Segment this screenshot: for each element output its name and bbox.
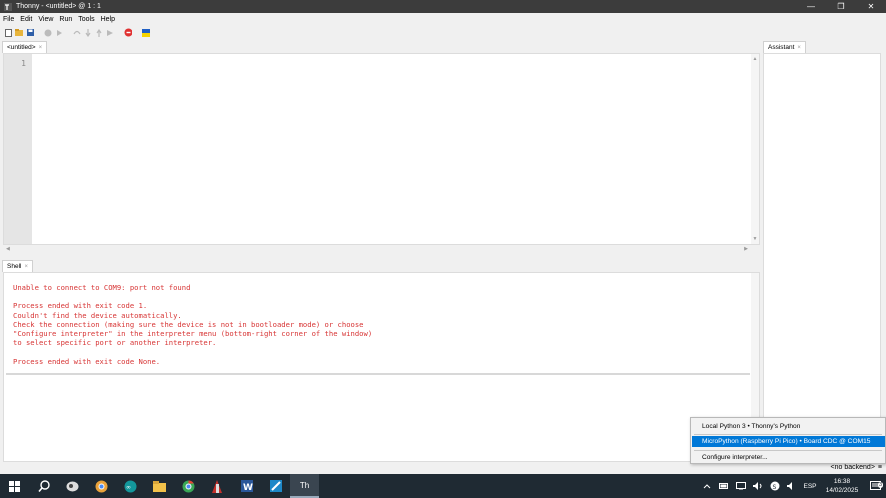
interpreter-menu: Local Python 3 • Thonny's Python MicroPy…	[690, 417, 886, 464]
menu-bar: File Edit View Run Tools Help	[0, 13, 886, 25]
system-tray: S ESP 16:38 14/02/2025 3	[698, 474, 886, 498]
svg-text:∞: ∞	[126, 484, 131, 491]
thonny-icon[interactable]: Th	[290, 474, 319, 498]
arduino-icon[interactable]: ∞	[116, 474, 145, 498]
menu-run[interactable]: Run	[56, 16, 75, 23]
menu-separator	[694, 434, 882, 435]
editor-vertical-scrollbar[interactable]: ▲ ▼	[751, 54, 759, 244]
window-titlebar: Thonny - <untitled> @ 1 : 1 — ❐ ✕	[0, 0, 886, 13]
thonny-app-icon	[3, 2, 12, 11]
notification-center-icon[interactable]: 3	[864, 481, 886, 491]
minimize-button[interactable]: —	[796, 0, 826, 13]
chrome-icon[interactable]	[87, 474, 116, 498]
svg-text:S: S	[772, 484, 776, 491]
svg-text:W: W	[243, 483, 253, 492]
new-file-icon[interactable]	[4, 28, 12, 37]
menu-help[interactable]: Help	[98, 16, 118, 23]
battery-icon[interactable]	[715, 483, 732, 489]
editor-tabs: <untitled> ×	[2, 41, 48, 53]
assistant-panel	[763, 53, 881, 462]
clock[interactable]: 16:38 14/02/2025	[820, 477, 864, 495]
menu-separator	[694, 450, 882, 451]
word-icon[interactable]: W	[232, 474, 261, 498]
status-bar: <no backend> ≡	[0, 463, 886, 474]
clock-time: 16:38	[833, 478, 851, 485]
onedrive-icon[interactable]: S	[766, 481, 783, 491]
volume-icon[interactable]	[749, 482, 766, 490]
close-button[interactable]: ✕	[856, 0, 886, 13]
network-icon[interactable]	[732, 482, 749, 490]
speaker-icon[interactable]	[783, 482, 800, 490]
tab-close-icon[interactable]: ×	[797, 45, 801, 51]
interpreter-option-micropython[interactable]: MicroPython (Raspberry Pi Pico) • Board …	[692, 436, 885, 447]
code-editor[interactable]: 1 ▲ ▼	[3, 53, 760, 245]
window-title: Thonny - <untitled> @ 1 : 1	[16, 3, 101, 10]
debug-icon[interactable]	[55, 29, 63, 37]
run-icon[interactable]	[44, 29, 52, 37]
shell-output: Unable to connect to COM9: port not foun…	[13, 283, 373, 366]
step-out-icon[interactable]	[95, 28, 103, 37]
editor-horizontal-scrollbar[interactable]: ◀ ▶	[3, 245, 760, 254]
scroll-left-icon[interactable]: ◀	[6, 246, 10, 252]
flag-icon[interactable]	[142, 28, 150, 37]
interpreter-selector[interactable]: <no backend> ≡	[831, 464, 882, 471]
scroll-right-icon[interactable]: ▶	[744, 246, 748, 252]
step-over-icon[interactable]	[73, 29, 81, 37]
menu-view[interactable]: View	[35, 16, 56, 23]
shell-input-divider	[6, 373, 750, 375]
menu-file[interactable]: File	[0, 16, 17, 23]
shell-tabs: Shell ×	[2, 260, 33, 272]
menu-tools[interactable]: Tools	[75, 16, 97, 23]
scroll-down-icon[interactable]: ▼	[752, 236, 758, 242]
search-icon[interactable]	[29, 474, 58, 498]
tab-untitled-label: <untitled>	[7, 44, 36, 51]
app-red-icon[interactable]	[203, 474, 232, 498]
file-explorer-icon[interactable]	[145, 474, 174, 498]
windows-taskbar: ∞ W Th S ESP 16:38 14/02/2025 3	[0, 474, 886, 498]
menu-icon: ≡	[877, 464, 882, 471]
tab-close-icon[interactable]: ×	[24, 264, 28, 270]
clock-date: 14/02/2025	[825, 487, 859, 494]
scroll-up-icon[interactable]: ▲	[752, 56, 758, 62]
tab-assistant[interactable]: Assistant ×	[763, 41, 806, 53]
save-icon[interactable]	[26, 29, 34, 37]
line-number: 1	[21, 59, 26, 68]
backend-label: <no backend>	[830, 464, 875, 471]
app-blue-icon[interactable]	[261, 474, 290, 498]
tab-assistant-label: Assistant	[768, 44, 795, 51]
chevron-up-icon[interactable]	[698, 483, 715, 489]
stop-icon[interactable]	[124, 28, 132, 37]
thonny-taskbar-label: Th	[299, 480, 310, 490]
assistant-tabs: Assistant ×	[763, 41, 806, 53]
notification-count: 3	[877, 482, 883, 488]
resume-icon[interactable]	[106, 29, 114, 37]
configure-interpreter-option[interactable]: Configure interpreter...	[692, 452, 885, 463]
step-into-icon[interactable]	[84, 28, 92, 37]
chrome-alt-icon[interactable]	[174, 474, 203, 498]
tab-shell-label: Shell	[7, 263, 22, 270]
toolbar	[0, 25, 886, 40]
language-indicator[interactable]: ESP	[800, 483, 820, 490]
open-file-icon[interactable]	[15, 29, 23, 37]
interpreter-option-local-python[interactable]: Local Python 3 • Thonny's Python	[692, 421, 885, 432]
menu-edit[interactable]: Edit	[17, 16, 35, 23]
start-icon[interactable]	[0, 474, 29, 498]
shell-panel[interactable]: Unable to connect to COM9: port not foun…	[3, 272, 760, 462]
photos-icon[interactable]	[58, 474, 87, 498]
line-number-gutter: 1	[4, 54, 32, 244]
tab-untitled[interactable]: <untitled> ×	[2, 41, 48, 53]
maximize-button[interactable]: ❐	[826, 0, 856, 13]
tab-shell[interactable]: Shell ×	[2, 260, 33, 272]
tab-close-icon[interactable]: ×	[39, 45, 43, 51]
